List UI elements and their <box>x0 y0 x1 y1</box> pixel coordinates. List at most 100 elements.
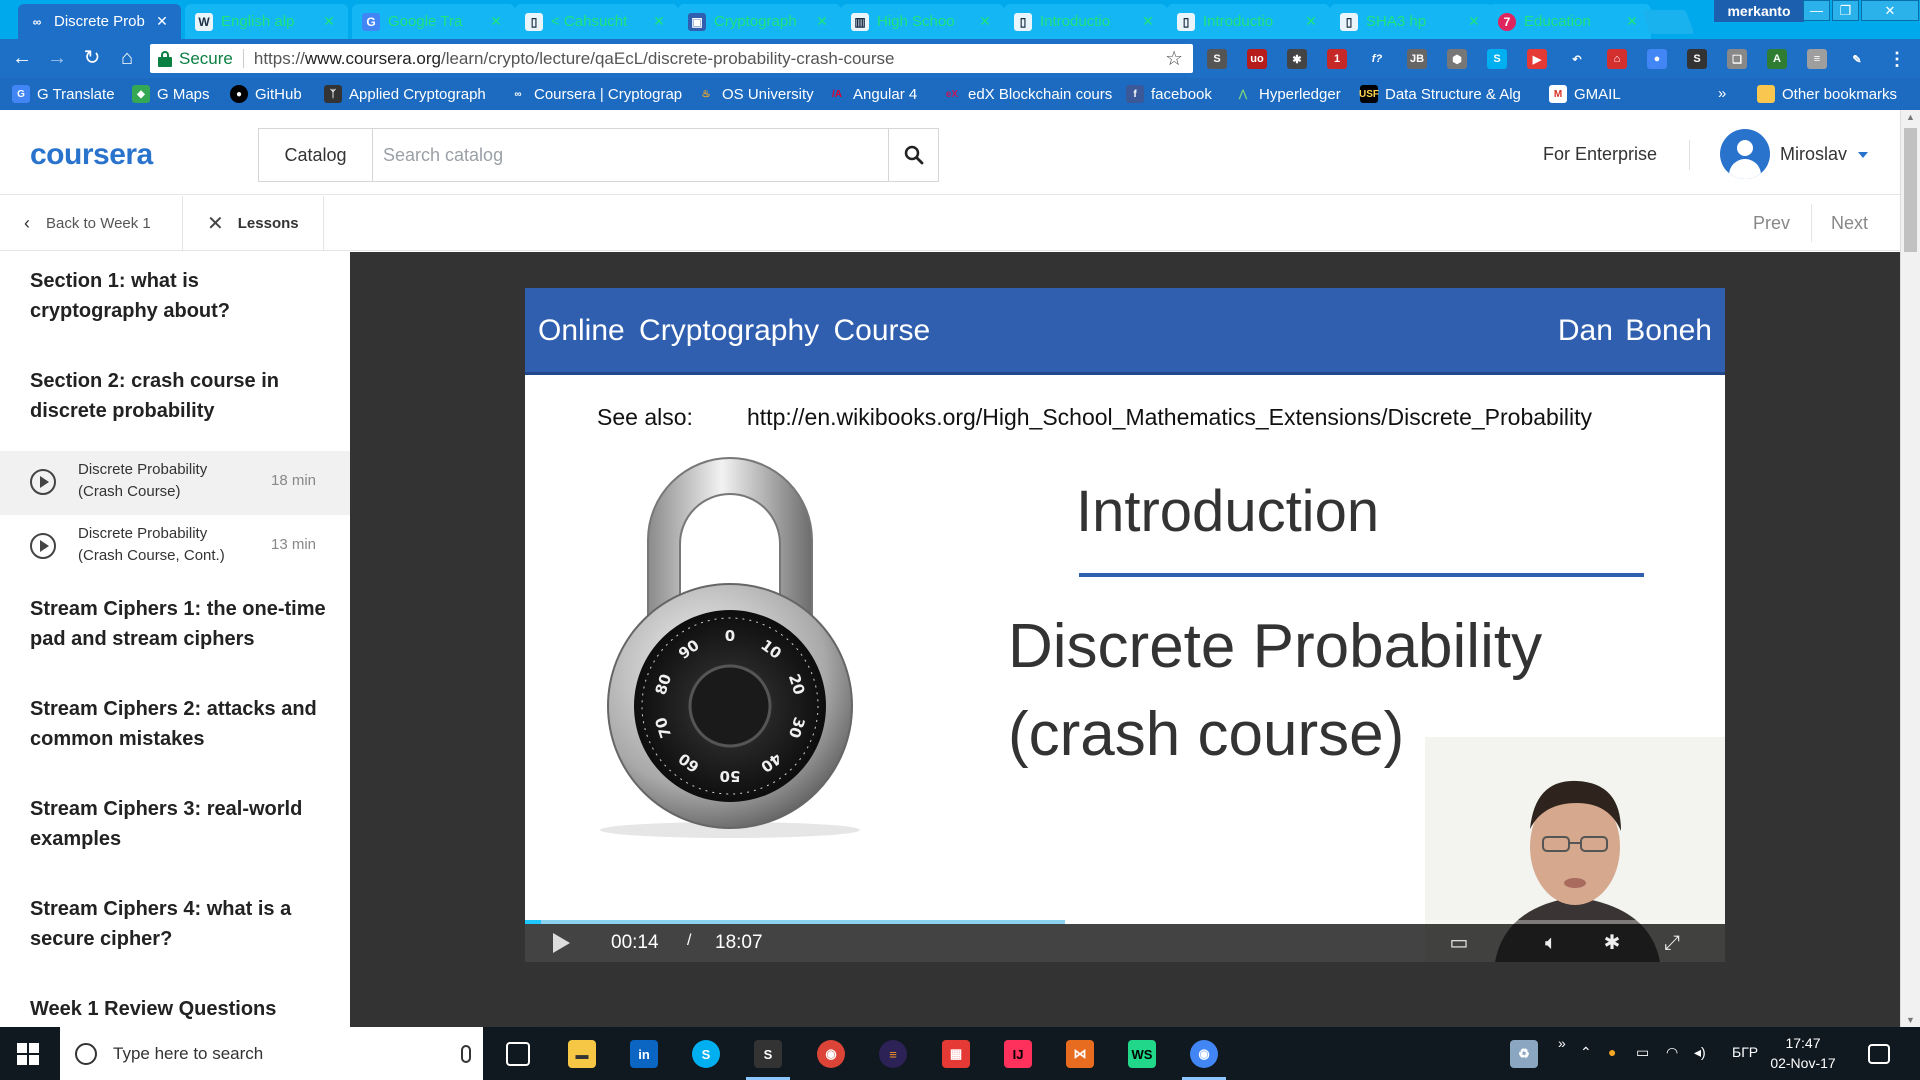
extension-icon[interactable]: S <box>1207 49 1227 69</box>
close-tab-icon[interactable]: ✕ <box>976 13 994 30</box>
eclipse-icon[interactable]: ≡ <box>879 1040 907 1068</box>
close-tab-icon[interactable]: ✕ <box>650 13 668 30</box>
taskbar-clock[interactable]: 17:47 02-Nov-17 <box>1768 1033 1838 1073</box>
bookmarks-overflow[interactable]: » <box>1718 85 1726 102</box>
section-heading[interactable]: Section 2: crash course in discrete prob… <box>30 366 330 426</box>
section-heading[interactable]: Stream Ciphers 4: what is a secure ciphe… <box>30 894 330 954</box>
restore-icon[interactable]: ❐ <box>1832 0 1859 21</box>
browser-tab[interactable]: ▯ SHA3 hp ✕ <box>1330 4 1493 39</box>
pdf-icon[interactable]: ⌂ <box>1607 49 1627 69</box>
close-tab-icon[interactable]: ✕ <box>1623 13 1641 30</box>
close-tab-icon[interactable]: ✕ <box>487 13 505 30</box>
browser-profile[interactable]: merkanto <box>1714 0 1804 22</box>
wifi-icon[interactable]: ◠ <box>1666 1044 1678 1061</box>
extension-icon[interactable]: ≡ <box>1807 49 1827 69</box>
scroll-down-icon[interactable]: ▼ <box>1906 1015 1915 1025</box>
user-name[interactable]: Miroslav <box>1780 144 1847 165</box>
close-window-icon[interactable]: ✕ <box>1861 0 1919 21</box>
fullscreen-icon[interactable]: ⤢ <box>1659 930 1685 956</box>
bookmark-facebook[interactable]: f facebook <box>1126 85 1212 103</box>
skype-icon[interactable]: S <box>692 1040 720 1068</box>
close-tab-icon[interactable]: ✕ <box>320 13 338 30</box>
extension-icon[interactable]: f? <box>1367 49 1387 69</box>
extension-icon[interactable]: ● <box>1647 49 1667 69</box>
browser-tab[interactable]: ▣ Cryptograph ✕ <box>678 4 841 39</box>
browser-tab[interactable]: G Google Tra ✕ <box>352 4 515 39</box>
ms-app-icon[interactable]: ▦ <box>942 1040 970 1068</box>
close-tab-icon[interactable]: ✕ <box>1139 13 1157 30</box>
extension-icon[interactable]: ↶ <box>1567 49 1587 69</box>
show-hidden-icons[interactable]: ⌃ <box>1580 1044 1592 1061</box>
task-view-icon[interactable] <box>506 1042 530 1066</box>
prev-button[interactable]: Prev <box>1753 213 1790 234</box>
browser-tab[interactable]: ∞ Discrete Prob ✕ <box>18 4 181 39</box>
volume-icon[interactable]: ◂) <box>1694 1044 1706 1061</box>
search-input[interactable] <box>372 128 889 182</box>
extension-icon[interactable]: A <box>1767 49 1787 69</box>
section-heading[interactable]: Stream Ciphers 1: the one-time pad and s… <box>30 594 330 654</box>
browser-tab[interactable]: ▯ Introductio ✕ <box>1004 4 1167 39</box>
back-arrow-icon[interactable]: ← <box>11 47 33 69</box>
back-to-week-button[interactable]: ‹ Back to Week 1 <box>0 196 183 251</box>
recycle-bin-icon[interactable]: ♻ <box>1510 1040 1538 1068</box>
section-heading[interactable]: Stream Ciphers 3: real-world examples <box>30 794 330 854</box>
play-icon[interactable] <box>553 933 570 953</box>
flag-icon[interactable]: ⚑ <box>1690 982 1718 1010</box>
browser-tab[interactable]: W English alp ✕ <box>185 4 348 39</box>
tray-overflow[interactable]: » <box>1558 1035 1566 1051</box>
lessons-toggle[interactable]: ✕ Lessons <box>183 196 324 251</box>
close-tab-icon[interactable]: ✕ <box>813 13 831 30</box>
bookmark-hyperledger[interactable]: ⋀ Hyperledger <box>1234 85 1341 103</box>
scrollbar-thumb[interactable] <box>1904 128 1917 252</box>
browser-tab[interactable]: ▯ Introductio ✕ <box>1167 4 1330 39</box>
search-button[interactable] <box>888 128 939 182</box>
catalog-button[interactable]: Catalog <box>258 128 372 182</box>
language-indicator[interactable]: БГР <box>1732 1044 1758 1060</box>
microphone-icon[interactable] <box>461 1044 471 1063</box>
ublock-icon[interactable]: uo <box>1247 49 1267 69</box>
notifications-icon[interactable] <box>1868 1044 1890 1064</box>
intellij-icon[interactable]: IJ <box>1004 1040 1032 1068</box>
scroll-up-icon[interactable]: ▲ <box>1906 112 1915 122</box>
browser-tab[interactable]: ▥ High Schoo ✕ <box>841 4 1004 39</box>
avatar[interactable] <box>1720 129 1770 179</box>
bookmark-github[interactable]: ● GitHub <box>230 85 302 103</box>
close-tab-icon[interactable]: ✕ <box>1302 13 1320 30</box>
for-enterprise-link[interactable]: For Enterprise <box>1543 144 1657 165</box>
lesson-item[interactable]: Discrete Probability (Crash Course, Cont… <box>0 515 350 579</box>
visual-studio-icon[interactable]: ⋈ <box>1066 1040 1094 1068</box>
close-tab-icon[interactable]: ✕ <box>1465 13 1483 30</box>
pen-icon[interactable]: ✎ <box>1847 49 1867 69</box>
forward-arrow-icon[interactable]: → <box>46 47 68 69</box>
volume-icon[interactable]: 🔈︎ <box>1538 930 1564 956</box>
battery-icon[interactable]: ▭ <box>1636 1044 1649 1061</box>
bookmark-angular[interactable]: /A Angular 4 <box>828 85 917 103</box>
address-bar[interactable]: Secure https://www.coursera.org/learn/cr… <box>150 44 1193 73</box>
gear-extension-icon[interactable]: ✱ <box>1287 49 1307 69</box>
section-heading[interactable]: Section 1: what is cryptography about? <box>30 266 330 326</box>
chevron-down-icon[interactable] <box>1858 152 1868 158</box>
thumbs-down-icon[interactable]: 👎︎ <box>1636 982 1664 1010</box>
skype-icon[interactable]: S <box>1487 49 1507 69</box>
section-heading[interactable]: Stream Ciphers 2: attacks and common mis… <box>30 694 330 754</box>
video-player[interactable]: Online Cryptography Course Dan Boneh See… <box>525 288 1725 962</box>
bookmark-google-translate[interactable]: GG Translate <box>12 85 115 103</box>
extension-icon[interactable]: JB <box>1407 49 1427 69</box>
bookmark-star-icon[interactable]: ☆ <box>1165 46 1183 71</box>
extension-icon[interactable]: S <box>1687 49 1707 69</box>
chrome-icon[interactable]: ◉ <box>1182 1040 1226 1080</box>
section-heading[interactable]: Week 1 Review Questions <box>30 994 330 1024</box>
webstorm-icon[interactable]: WS <box>1128 1040 1156 1068</box>
app-tray-icon[interactable]: ● <box>1608 1044 1616 1060</box>
extension-icon[interactable]: ❏ <box>1727 49 1747 69</box>
bookmark-gmail[interactable]: M GMAIL <box>1549 85 1621 103</box>
extension-icon[interactable]: 1 <box>1327 49 1347 69</box>
next-button[interactable]: Next <box>1831 213 1868 234</box>
browser-tab[interactable]: 7 Education ✕ <box>1488 4 1651 39</box>
app-s-icon[interactable]: S <box>746 1040 790 1080</box>
new-tab-button[interactable] <box>1641 10 1695 34</box>
linkedin-icon[interactable]: in <box>630 1040 658 1068</box>
chrome-icon[interactable]: ◉ <box>817 1040 845 1068</box>
browser-tab[interactable]: ▯ < Cahsucht ✕ <box>515 4 678 39</box>
bookmark-data-structures[interactable]: USF Data Structure & Alg <box>1359 85 1521 103</box>
